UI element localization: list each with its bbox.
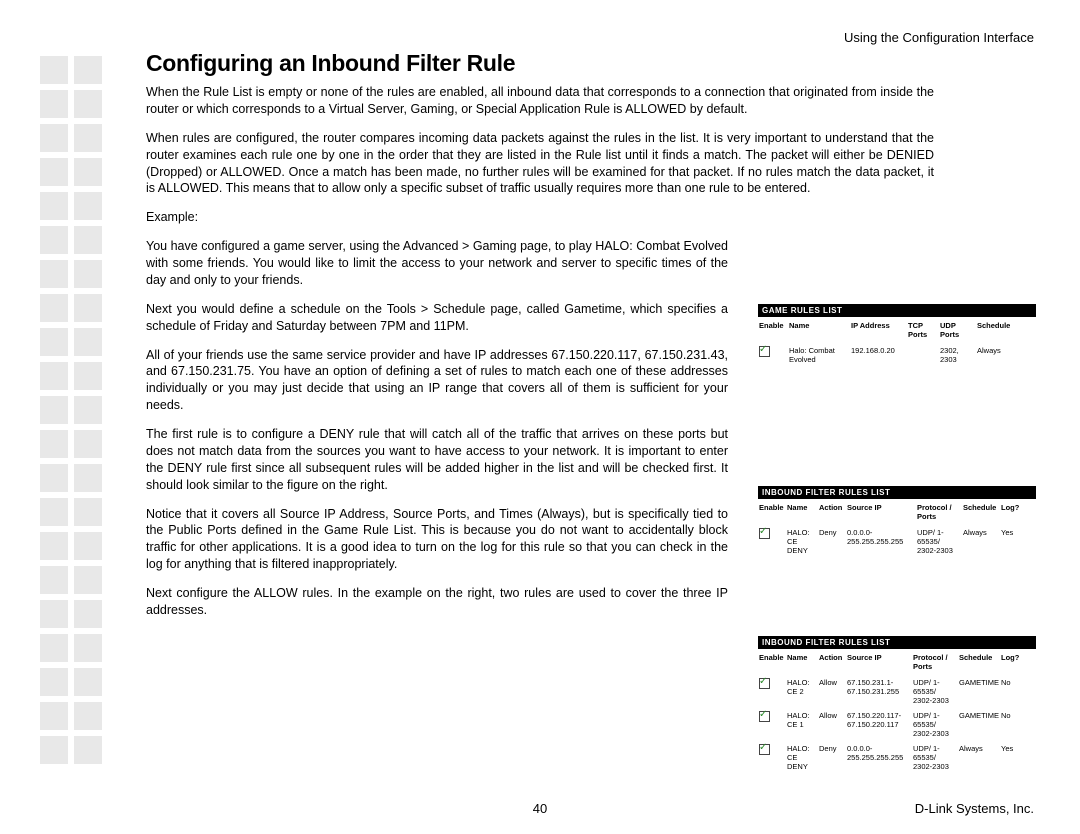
game-rules-list-panel: GAME RULES LIST Enable Name IP Address T… <box>758 304 1036 367</box>
checkbox-icon[interactable] <box>759 346 770 357</box>
header-right: Using the Configuration Interface <box>844 30 1034 45</box>
game-rules-table: Enable Name IP Address TCP Ports UDP Por… <box>758 317 1036 367</box>
cell-proto: UDP/ 1-65535/ 2302-2303 <box>912 741 958 774</box>
cell-log: Yes <box>1000 741 1036 774</box>
col-udp: UDP Ports <box>939 317 976 343</box>
cell-action: Allow <box>818 675 846 708</box>
col-log: Log? <box>1000 649 1036 675</box>
col-enable: Enable <box>758 649 786 675</box>
table-row: HALO: CE 1 Allow 67.150.220.117-67.150.2… <box>758 708 1036 741</box>
col-name: Name <box>786 499 818 525</box>
paragraph-2: When rules are configured, the router co… <box>146 130 934 198</box>
col-action: Action <box>818 499 846 525</box>
panel-title: INBOUND FILTER RULES LIST <box>758 486 1036 499</box>
col-ip: IP Address <box>850 317 907 343</box>
cell-udp: 2302, 2303 <box>939 343 976 367</box>
checkbox-icon[interactable] <box>759 711 770 722</box>
col-enable: Enable <box>758 499 786 525</box>
paragraph-8: Notice that it covers all Source IP Addr… <box>146 506 728 574</box>
panel-title: GAME RULES LIST <box>758 304 1036 317</box>
cell-action: Deny <box>818 525 846 558</box>
col-schedule: Schedule <box>962 499 1000 525</box>
cell-proto: UDP/ 1-65535/ 2302-2303 <box>912 708 958 741</box>
cell-name: HALO: CE 1 <box>786 708 818 741</box>
cell-action: Allow <box>818 708 846 741</box>
cell-log: No <box>1000 708 1036 741</box>
col-schedule: Schedule <box>976 317 1036 343</box>
table-row: HALO: CE DENY Deny 0.0.0.0-255.255.255.2… <box>758 525 1036 558</box>
inbound-filter-panel-2: INBOUND FILTER RULES LIST Enable Name Ac… <box>758 636 1036 774</box>
paragraph-1: When the Rule List is empty or none of t… <box>146 84 934 118</box>
cell-log: No <box>1000 675 1036 708</box>
col-source: Source IP <box>846 649 912 675</box>
cell-name: HALO: CE DENY <box>786 525 818 558</box>
cell-source: 0.0.0.0-255.255.255.255 <box>846 741 912 774</box>
paragraph-5: Next you would define a schedule on the … <box>146 301 728 335</box>
panel-title: INBOUND FILTER RULES LIST <box>758 636 1036 649</box>
cell-name: HALO: CE 2 <box>786 675 818 708</box>
page-title: Configuring an Inbound Filter Rule <box>146 50 515 77</box>
cell-log: Yes <box>1000 525 1036 558</box>
col-action: Action <box>818 649 846 675</box>
cell-proto: UDP/ 1-65535/ 2302-2303 <box>916 525 962 558</box>
cell-name: HALO: CE DENY <box>786 741 818 774</box>
col-schedule: Schedule <box>958 649 1000 675</box>
cell-proto: UDP/ 1-65535/ 2302-2303 <box>912 675 958 708</box>
table-row: Halo: Combat Evolved 192.168.0.20 2302, … <box>758 343 1036 367</box>
cell-schedule: GAMETIME <box>958 675 1000 708</box>
cell-tcp <box>907 343 939 367</box>
col-name: Name <box>788 317 850 343</box>
col-proto: Protocol / Ports <box>912 649 958 675</box>
col-tcp: TCP Ports <box>907 317 939 343</box>
paragraph-7: The first rule is to configure a DENY ru… <box>146 426 728 494</box>
cell-source: 67.150.231.1-67.150.231.255 <box>846 675 912 708</box>
table-row: HALO: CE 2 Allow 67.150.231.1-67.150.231… <box>758 675 1036 708</box>
inbound-filter-table-2: Enable Name Action Source IP Protocol / … <box>758 649 1036 774</box>
cell-schedule: Always <box>976 343 1036 367</box>
paragraph-3: Example: <box>146 209 934 226</box>
cell-schedule: Always <box>962 525 1000 558</box>
paragraph-9: Next configure the ALLOW rules. In the e… <box>146 585 728 619</box>
col-enable: Enable <box>758 317 788 343</box>
cell-schedule: GAMETIME <box>958 708 1000 741</box>
col-log: Log? <box>1000 499 1036 525</box>
paragraph-6: All of your friends use the same service… <box>146 347 728 415</box>
decorative-squares <box>40 56 110 770</box>
inbound-filter-table-1: Enable Name Action Source IP Protocol / … <box>758 499 1036 558</box>
cell-ip: 192.168.0.20 <box>850 343 907 367</box>
col-name: Name <box>786 649 818 675</box>
cell-name: Halo: Combat Evolved <box>788 343 850 367</box>
cell-schedule: Always <box>958 741 1000 774</box>
col-proto: Protocol / Ports <box>916 499 962 525</box>
cell-source: 0.0.0.0-255.255.255.255 <box>846 525 916 558</box>
cell-source: 67.150.220.117-67.150.220.117 <box>846 708 912 741</box>
checkbox-icon[interactable] <box>759 528 770 539</box>
table-row: HALO: CE DENY Deny 0.0.0.0-255.255.255.2… <box>758 741 1036 774</box>
paragraph-4: You have configured a game server, using… <box>146 238 728 289</box>
cell-action: Deny <box>818 741 846 774</box>
footer-brand: D-Link Systems, Inc. <box>915 801 1034 816</box>
inbound-filter-panel-1: INBOUND FILTER RULES LIST Enable Name Ac… <box>758 486 1036 558</box>
checkbox-icon[interactable] <box>759 678 770 689</box>
col-source: Source IP <box>846 499 916 525</box>
checkbox-icon[interactable] <box>759 744 770 755</box>
